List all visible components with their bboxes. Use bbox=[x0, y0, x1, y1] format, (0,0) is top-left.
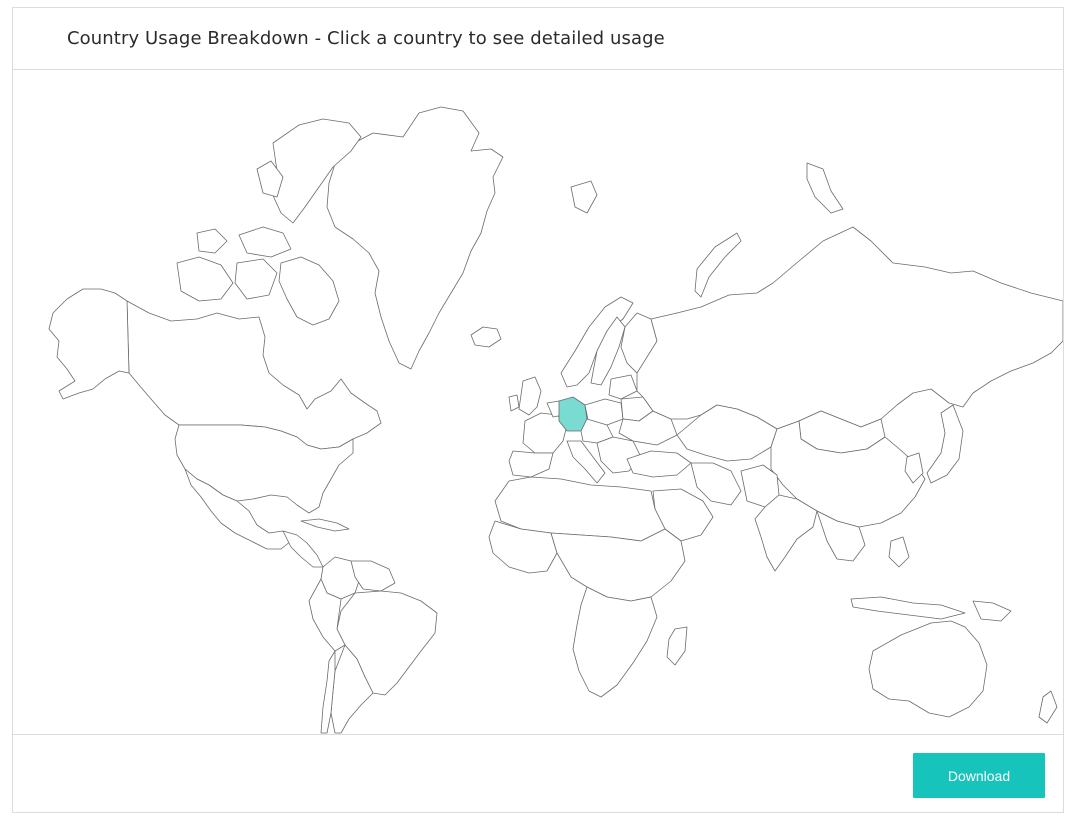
world-map bbox=[13, 70, 1063, 734]
country-russia[interactable] bbox=[636, 226, 1063, 430]
country-japan[interactable] bbox=[926, 404, 964, 484]
country-arctic-island-c[interactable] bbox=[196, 228, 228, 254]
panel-header: Country Usage Breakdown - Click a countr… bbox=[13, 8, 1063, 70]
country-australia[interactable] bbox=[868, 620, 988, 718]
panel-title: Country Usage Breakdown - Click a countr… bbox=[67, 28, 665, 49]
country-baltics[interactable] bbox=[608, 374, 638, 400]
country-iceland[interactable] bbox=[470, 326, 502, 348]
country-spain[interactable] bbox=[508, 450, 554, 478]
country-philippines[interactable] bbox=[888, 536, 910, 568]
country-germany[interactable] bbox=[558, 396, 588, 432]
country-arctic-island-b[interactable] bbox=[234, 258, 278, 300]
country-franz-josef[interactable] bbox=[806, 162, 844, 214]
country-indonesia[interactable] bbox=[850, 596, 966, 620]
country-arctic-island-a[interactable] bbox=[176, 256, 234, 302]
country-united-kingdom[interactable] bbox=[518, 376, 542, 416]
country-southern-africa[interactable] bbox=[572, 586, 658, 698]
country-madagascar[interactable] bbox=[666, 626, 688, 666]
country-central-africa[interactable] bbox=[550, 528, 686, 602]
country-baffin-island[interactable] bbox=[278, 256, 340, 326]
country-central-america[interactable] bbox=[282, 530, 324, 568]
country-papua-new-guinea[interactable] bbox=[972, 600, 1012, 622]
country-usa-alaska[interactable] bbox=[48, 288, 130, 400]
panel-footer: Download bbox=[13, 734, 1063, 814]
country-venezuela[interactable] bbox=[350, 560, 396, 592]
country-svalbard[interactable] bbox=[570, 180, 598, 214]
download-button[interactable]: Download bbox=[913, 753, 1045, 798]
country-new-zealand[interactable] bbox=[1038, 690, 1058, 724]
country-russia-novaya-zemlya[interactable] bbox=[694, 232, 742, 298]
country-cuba[interactable] bbox=[300, 518, 350, 532]
usage-panel: Country Usage Breakdown - Click a countr… bbox=[12, 7, 1064, 813]
country-ireland[interactable] bbox=[508, 394, 520, 412]
country-arctic-island-d[interactable] bbox=[238, 226, 292, 258]
